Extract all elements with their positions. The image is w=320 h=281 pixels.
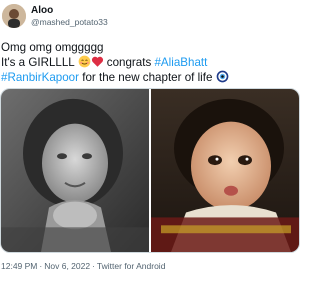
author-handle[interactable]: @mashed_potato33: [31, 17, 108, 28]
tweet-time[interactable]: 12:49 PM: [1, 261, 37, 271]
tweet-media[interactable]: [0, 88, 300, 253]
tweet-text-chapter: for the new chapter of life: [79, 71, 213, 84]
tweet-text-girl: It's a GIRLLLL: [1, 56, 75, 69]
tweet-date[interactable]: Nov 6, 2022: [44, 261, 90, 271]
tweet-meta: 12:49 PM · Nov 6, 2022 · Twitter for Android: [1, 261, 165, 271]
avatar[interactable]: [2, 4, 26, 28]
tweet-line-2: It's a GIRLLLL congrats #AliaBhatt: [1, 55, 229, 70]
photo-left[interactable]: [1, 89, 149, 252]
tweet-line-1: Omg omg omggggg: [1, 41, 104, 54]
author-name[interactable]: Aloo: [31, 5, 53, 17]
photo-right[interactable]: [151, 89, 299, 252]
tweet-source[interactable]: Twitter for Android: [97, 261, 166, 271]
hashtag-aliabhatt[interactable]: #AliaBhatt: [154, 56, 207, 69]
tweet-text-congrats: congrats: [103, 56, 155, 69]
tweet-card: Aloo @mashed_potato33 Omg omg omggggg It…: [0, 0, 300, 281]
hashtag-ranbirkapoor[interactable]: #RanbirKapoor: [1, 71, 79, 84]
nazar-amulet-emoji: [216, 70, 229, 87]
tweet-line-3: #RanbirKapoor for the new chapter of lif…: [1, 70, 229, 85]
tweet-text: Omg omg omggggg It's a GIRLLLL congrats …: [1, 40, 229, 85]
meta-separator: ·: [92, 261, 95, 271]
